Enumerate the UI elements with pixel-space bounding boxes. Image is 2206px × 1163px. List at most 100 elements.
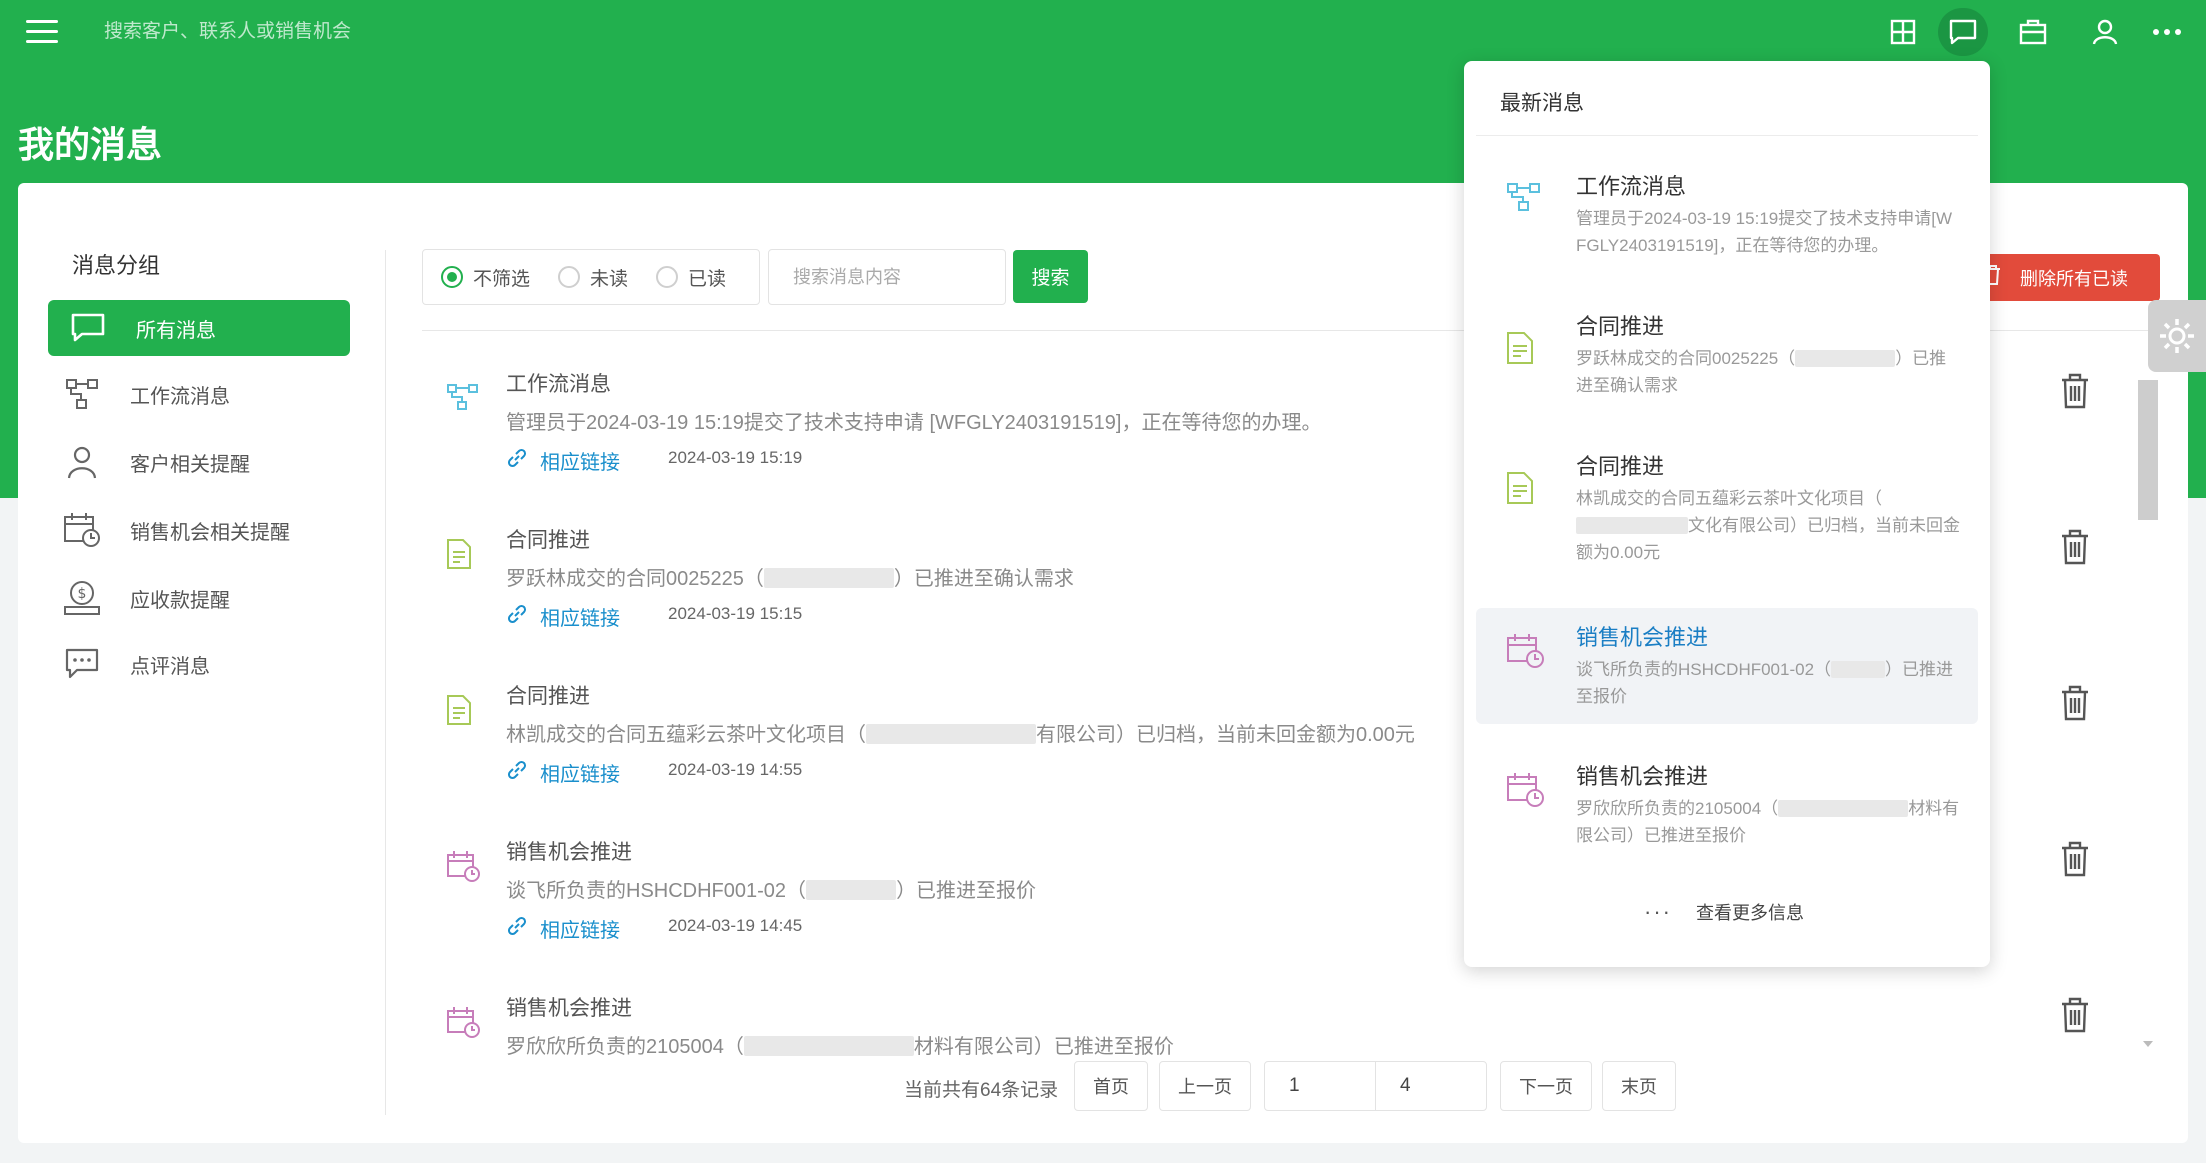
- money-icon: $: [52, 579, 112, 617]
- redacted-text: [866, 724, 1036, 744]
- delete-all-read-button[interactable]: 删除所有已读: [1966, 254, 2160, 301]
- popup-message-item[interactable]: 工作流消息 管理员于2024-03-19 15:19提交了技术支持申请[WFGL…: [1476, 157, 1978, 277]
- message-body-text: 林凯成交的合同五蕴彩云茶叶文化项目（: [506, 724, 866, 746]
- popup-message-item-highlighted[interactable]: 销售机会推进 谈飞所负责的HSHCDHF001-02（ ）已推进至报价: [1476, 608, 1978, 724]
- message-search-input[interactable]: [768, 249, 1006, 305]
- popup-message-title: 销售机会推进: [1576, 764, 1709, 789]
- next-page-button[interactable]: 下一页: [1500, 1061, 1592, 1111]
- related-link[interactable]: 相应链接: [506, 602, 620, 631]
- popup-message-body: 林凯成交的合同五蕴彩云茶叶文化项目（文化有限公司）已归档，当前未回金额为0.00…: [1576, 485, 1960, 566]
- link-icon: [506, 759, 528, 786]
- popup-message-body-text: 林凯成交的合同五蕴彩云茶叶文化项目（: [1576, 489, 1882, 508]
- message-title: 销售机会推进: [506, 841, 632, 864]
- sidebar-item-customer[interactable]: 客户相关提醒: [42, 434, 344, 490]
- delete-message-icon[interactable]: [2060, 841, 2090, 877]
- filter-option-label: 已读: [688, 268, 727, 290]
- sidebar-item-label: 应收款提醒: [130, 589, 230, 612]
- comment-icon: [52, 647, 112, 681]
- sidebar-item-label: 所有消息: [136, 319, 216, 342]
- popup-message-title: 合同推进: [1576, 314, 1665, 339]
- message-body: 罗欣欣所负责的2105004（ 材料有限公司）已推进至报价: [506, 1030, 1174, 1059]
- popup-message-body: 罗跃林成交的合同0025225（ ）已推进至确认需求: [1576, 345, 1960, 399]
- document-icon: [1506, 471, 1534, 510]
- sidebar-item-label: 销售机会相关提醒: [130, 521, 290, 544]
- prev-page-button[interactable]: 上一页: [1159, 1061, 1251, 1111]
- popup-message-item[interactable]: 合同推进 林凯成交的合同五蕴彩云茶叶文化项目（文化有限公司）已归档，当前未回金额…: [1476, 437, 1978, 577]
- record-count: 当前共有64条记录: [904, 1080, 1059, 1101]
- popup-message-title: 工作流消息: [1576, 174, 1687, 199]
- related-link-label: 相应链接: [540, 608, 620, 630]
- delete-message-icon[interactable]: [2060, 529, 2090, 565]
- sidebar-item-all-messages[interactable]: 所有消息: [48, 300, 350, 356]
- message-icon[interactable]: [1938, 8, 1988, 56]
- message-title: 合同推进: [506, 685, 590, 708]
- popup-message-body: 管理员于2024-03-19 15:19提交了技术支持申请[WFGLY24031…: [1576, 209, 1952, 255]
- latest-messages-popup: 最新消息 工作流消息 管理员于2024-03-19 15:19提交了技术支持申请…: [1464, 61, 1990, 967]
- related-link[interactable]: 相应链接: [506, 758, 620, 787]
- message-time: 2024-03-19 14:55: [668, 760, 803, 779]
- redacted-text: [1576, 517, 1688, 534]
- global-search-input[interactable]: [104, 18, 524, 46]
- message-body: 谈飞所负责的HSHCDHF001-02（ ）已推进至报价: [506, 874, 1036, 903]
- filter-option-unread[interactable]: 未读: [558, 264, 628, 291]
- user-icon: [52, 444, 112, 480]
- link-icon: [506, 447, 528, 474]
- sidebar-item-comments[interactable]: 点评消息: [42, 636, 344, 692]
- filter-option-read[interactable]: 已读: [656, 264, 726, 291]
- related-link-label: 相应链接: [540, 452, 620, 474]
- popup-message-body: 罗欣欣所负责的2105004（ 材料有限公司）已推进至报价: [1576, 795, 1960, 849]
- message-body: 管理员于2024-03-19 15:19提交了技术支持申请 [WFGLY2403…: [506, 412, 1322, 434]
- search-button[interactable]: 搜索: [1013, 250, 1088, 303]
- document-icon: [1506, 331, 1534, 370]
- calendar-clock-icon: [446, 1006, 482, 1045]
- delete-message-icon[interactable]: [2060, 373, 2090, 409]
- sidebar-item-label: 客户相关提醒: [130, 453, 250, 476]
- workflow-icon: [446, 382, 480, 417]
- sidebar-item-receivable[interactable]: $ 应收款提醒: [42, 570, 344, 626]
- related-link[interactable]: 相应链接: [506, 914, 620, 943]
- briefcase-icon[interactable]: [2008, 8, 2058, 56]
- popup-message-body: 谈飞所负责的HSHCDHF001-02（ ）已推进至报价: [1576, 656, 1960, 710]
- popup-message-item[interactable]: 销售机会推进 罗欣欣所负责的2105004（ 材料有限公司）已推进至报价: [1476, 747, 1978, 867]
- sidebar-divider: [385, 250, 386, 1115]
- more-icon[interactable]: [2142, 8, 2192, 56]
- popup-message-title: 合同推进: [1576, 454, 1665, 479]
- page-number-input[interactable]: [1264, 1061, 1376, 1111]
- related-link[interactable]: 相应链接: [506, 446, 620, 475]
- popup-message-item[interactable]: 合同推进 罗跃林成交的合同0025225（ ）已推进至确认需求: [1476, 297, 1978, 417]
- popup-message-title: 销售机会推进: [1576, 625, 1709, 650]
- menu-icon[interactable]: [26, 20, 58, 44]
- message-body-text: ）已推进至确认需求: [893, 568, 1074, 590]
- delete-message-icon[interactable]: [2060, 997, 2090, 1033]
- sidebar-item-workflow[interactable]: 工作流消息: [42, 366, 344, 422]
- redacted-text: [743, 1036, 914, 1056]
- settings-gear-icon[interactable]: [2148, 300, 2206, 372]
- filter-option-all[interactable]: 不筛选: [441, 264, 530, 291]
- svg-text:$: $: [78, 586, 87, 602]
- grid-icon[interactable]: [1878, 8, 1928, 56]
- total-pages: 4: [1375, 1061, 1487, 1111]
- calendar-clock-icon: [446, 850, 482, 889]
- radio-selected-icon: [441, 266, 463, 288]
- view-more-link[interactable]: ··· 查看更多信息: [1644, 899, 1804, 925]
- calendar-clock-icon: [52, 511, 112, 549]
- popup-divider: [1476, 135, 1978, 136]
- user-icon[interactable]: [2080, 8, 2130, 56]
- document-icon: [446, 694, 472, 731]
- redacted-text: [1831, 661, 1886, 678]
- delete-message-icon[interactable]: [2060, 685, 2090, 721]
- first-page-button[interactable]: 首页: [1074, 1061, 1148, 1111]
- delete-all-read-label: 删除所有已读: [2020, 268, 2128, 289]
- message-time: 2024-03-19 14:45: [668, 916, 803, 935]
- scrollbar-thumb[interactable]: [2138, 380, 2158, 520]
- last-page-button[interactable]: 末页: [1602, 1061, 1676, 1111]
- message-body-text: 材料有限公司）已推进至报价: [913, 1036, 1174, 1058]
- link-icon: [506, 915, 528, 942]
- sidebar-item-opportunity[interactable]: 销售机会相关提醒: [42, 502, 344, 558]
- popup-title: 最新消息: [1500, 92, 1584, 115]
- popup-message-body-text: 谈飞所负责的HSHCDHF001-02（: [1576, 660, 1832, 679]
- message-time: 2024-03-19 15:15: [668, 604, 803, 623]
- radio-icon: [656, 266, 679, 288]
- redacted-text: [1795, 350, 1896, 367]
- redacted-text: [1778, 800, 1909, 817]
